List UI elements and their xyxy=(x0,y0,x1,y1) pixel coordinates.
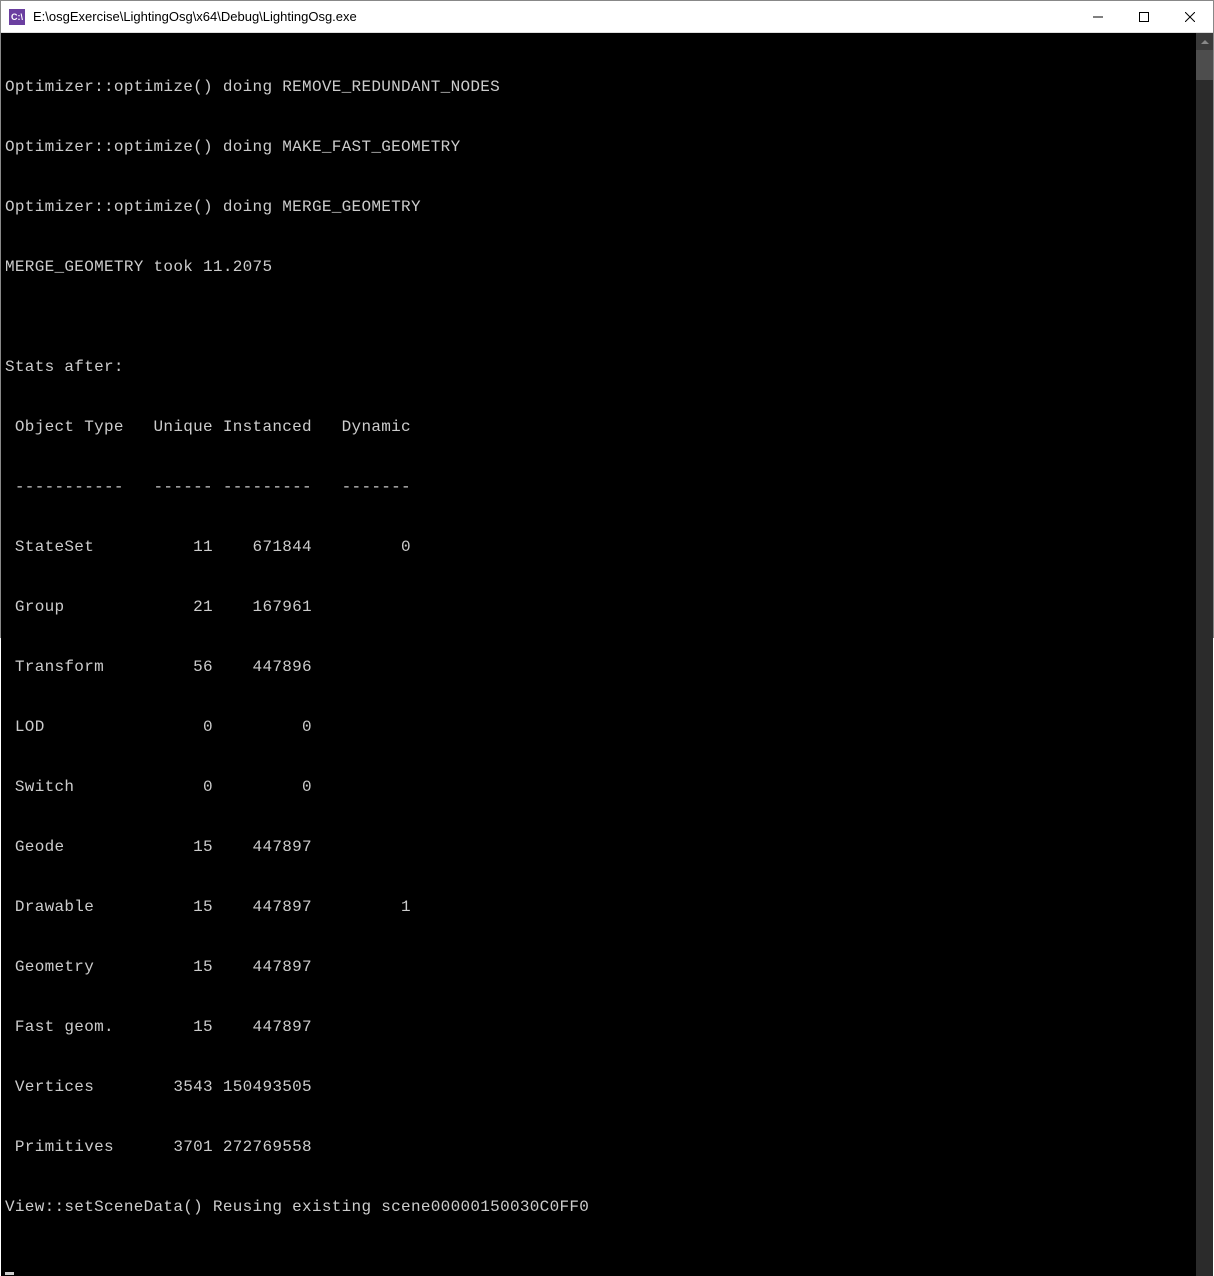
console-line: Switch 0 0 xyxy=(5,777,1196,797)
console-wrapper: Optimizer::optimize() doing REMOVE_REDUN… xyxy=(1,33,1213,1276)
scrollbar-up-button[interactable] xyxy=(1196,33,1213,50)
window: C:\ E:\osgExercise\LightingOsg\x64\Debug… xyxy=(0,0,1214,638)
maximize-icon xyxy=(1139,12,1149,22)
chevron-up-icon xyxy=(1201,38,1209,46)
console-line: Primitives 3701 272769558 xyxy=(5,1137,1196,1157)
cursor-icon xyxy=(5,1272,14,1275)
console-line: Transform 56 447896 xyxy=(5,657,1196,677)
console-line: Geode 15 447897 xyxy=(5,837,1196,857)
console-line: Fast geom. 15 447897 xyxy=(5,1017,1196,1037)
console-output[interactable]: Optimizer::optimize() doing REMOVE_REDUN… xyxy=(1,33,1196,1276)
minimize-button[interactable] xyxy=(1075,1,1121,33)
maximize-button[interactable] xyxy=(1121,1,1167,33)
window-title: E:\osgExercise\LightingOsg\x64\Debug\Lig… xyxy=(33,9,1075,24)
app-icon-text: C:\ xyxy=(11,12,23,22)
console-line: MERGE_GEOMETRY took 11.2075 xyxy=(5,257,1196,277)
console-line: ----------- ------ --------- ------- xyxy=(5,477,1196,497)
titlebar-controls xyxy=(1075,1,1213,33)
console-line: Drawable 15 447897 1 xyxy=(5,897,1196,917)
app-icon: C:\ xyxy=(9,9,25,25)
console-line: View::setSceneData() Reusing existing sc… xyxy=(5,1197,1196,1217)
titlebar[interactable]: C:\ E:\osgExercise\LightingOsg\x64\Debug… xyxy=(1,1,1213,33)
console-line: LOD 0 0 xyxy=(5,717,1196,737)
console-line: Optimizer::optimize() doing REMOVE_REDUN… xyxy=(5,77,1196,97)
close-icon xyxy=(1185,12,1195,22)
scrollbar-thumb[interactable] xyxy=(1196,50,1213,80)
close-button[interactable] xyxy=(1167,1,1213,33)
console-line: Group 21 167961 xyxy=(5,597,1196,617)
console-line: StateSet 11 671844 0 xyxy=(5,537,1196,557)
vertical-scrollbar[interactable] xyxy=(1196,33,1213,1276)
console-line: Stats after: xyxy=(5,357,1196,377)
console-cursor-line xyxy=(5,1257,1196,1276)
console-line: Optimizer::optimize() doing MAKE_FAST_GE… xyxy=(5,137,1196,157)
console-line: Object Type Unique Instanced Dynamic xyxy=(5,417,1196,437)
console-line: Optimizer::optimize() doing MERGE_GEOMET… xyxy=(5,197,1196,217)
console-line: Vertices 3543 150493505 xyxy=(5,1077,1196,1097)
console-line: Geometry 15 447897 xyxy=(5,957,1196,977)
minimize-icon xyxy=(1093,12,1103,22)
